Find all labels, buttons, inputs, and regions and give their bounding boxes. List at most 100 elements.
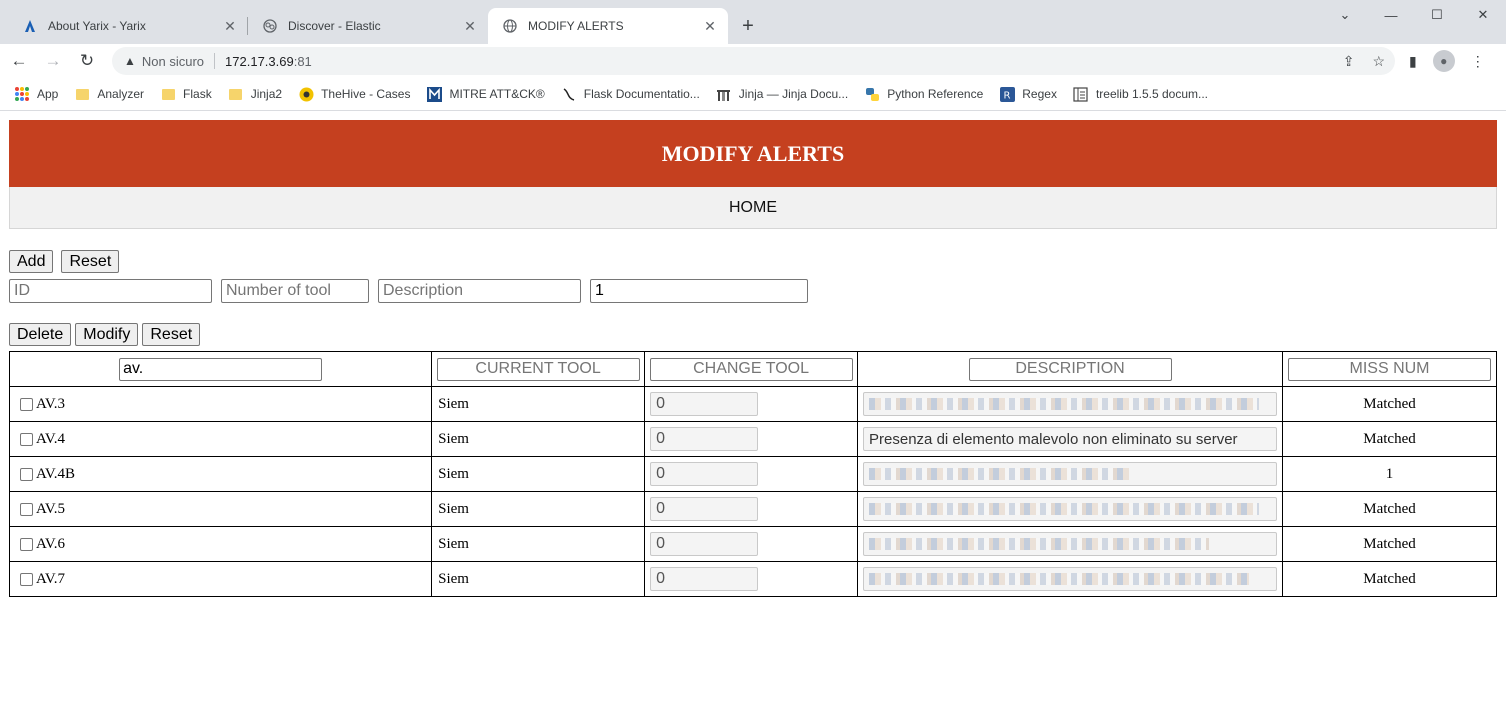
bookmark-thehive[interactable]: TheHive - Cases (298, 86, 410, 102)
alert-id: AV.5 (36, 500, 66, 517)
browser-chrome: About Yarix - Yarix ✕ Discover - Elastic… (0, 0, 1506, 111)
home-link[interactable]: HOME (9, 187, 1497, 229)
tab-about-yarix[interactable]: About Yarix - Yarix ✕ (8, 8, 248, 44)
current-tool-cell: Siem (431, 561, 646, 597)
change-tool-input[interactable]: 0 (650, 462, 759, 486)
reset-add-button[interactable]: Reset (61, 250, 120, 273)
yarix-logo-icon (22, 18, 38, 34)
close-icon[interactable]: ✕ (702, 18, 718, 34)
description-field[interactable]: Presenza di elemento malevolo non elimin… (863, 427, 1278, 451)
tab-title: About Yarix - Yarix (48, 19, 146, 33)
bookmark-regex[interactable]: R Regex (999, 86, 1057, 102)
id-input[interactable] (9, 279, 212, 303)
bookmark-label: TheHive - Cases (321, 87, 411, 101)
table-row: AV.4 Siem 0 Presenza di elemento malevol… (8, 421, 1497, 457)
description-input[interactable] (378, 279, 581, 303)
bookmark-analyzer[interactable]: Analyzer (74, 86, 144, 102)
alert-id-cell: AV.6 (8, 526, 433, 562)
close-icon[interactable]: ✕ (222, 18, 238, 34)
bookmarks-bar: App Analyzer Flask Jinja2 TheHive - Case… (0, 78, 1506, 111)
alert-id-cell: AV.5 (8, 491, 433, 527)
url-port: :81 (293, 53, 312, 69)
tab-title: Discover - Elastic (288, 19, 381, 33)
forward-arrow-icon[interactable]: → (38, 46, 68, 76)
apps-grid-icon (14, 86, 30, 102)
delete-button[interactable]: Delete (9, 323, 72, 346)
address-bar[interactable]: ▲ Non sicuro 172.17.3.69 :81 ⇪ ☆ (112, 47, 1395, 75)
alert-id: AV.6 (36, 535, 66, 552)
share-icon[interactable]: ⇪ (1343, 53, 1355, 70)
bookmark-app[interactable]: App (14, 86, 58, 102)
change-tool-input[interactable]: 0 (650, 497, 759, 521)
table-row: AV.6 Siem 0 Matched (8, 526, 1497, 562)
row-checkbox[interactable] (20, 432, 33, 446)
bookmark-label: Jinja2 (250, 87, 283, 101)
bookmark-jinja2[interactable]: Jinja2 (228, 86, 282, 102)
change-tool-input[interactable]: 0 (650, 567, 759, 591)
miss-number-input[interactable] (590, 279, 808, 303)
change-tool-input[interactable]: 0 (650, 392, 759, 416)
back-arrow-icon[interactable]: ← (4, 46, 34, 76)
minimize-icon[interactable]: — (1368, 0, 1414, 30)
change-tool-header-input[interactable]: CHANGE TOOL (649, 357, 853, 381)
tab-modify-alerts[interactable]: MODIFY ALERTS ✕ (488, 8, 728, 44)
window-controls: ⌄ — ☐ ✕ (1322, 0, 1506, 30)
bookmark-label: Regex (1022, 87, 1057, 101)
row-checkbox[interactable] (20, 502, 33, 516)
change-tool-input[interactable]: 0 (650, 532, 759, 556)
side-panel-icon[interactable]: ▮ (1409, 53, 1417, 70)
bookmark-flask-docs[interactable]: Flask Documentatio... (561, 86, 700, 102)
bookmark-label: Python Reference (887, 87, 984, 101)
star-icon[interactable]: ☆ (1372, 53, 1385, 70)
close-window-icon[interactable]: ✕ (1460, 0, 1506, 30)
change-tool-input[interactable]: 0 (650, 427, 759, 451)
tab-discover-elastic[interactable]: Discover - Elastic ✕ (248, 8, 488, 44)
menu-kebab-icon[interactable]: ⋮ (1471, 53, 1485, 70)
change-tool-cell: 0 (644, 386, 859, 422)
globe-icon (502, 18, 518, 34)
description-cell (857, 561, 1283, 597)
security-label: Non sicuro (141, 53, 205, 69)
chevron-down-icon[interactable]: ⌄ (1322, 0, 1368, 30)
tool-number-input[interactable] (221, 279, 369, 303)
add-button[interactable]: Add (9, 250, 54, 273)
reload-icon[interactable]: ↻ (72, 46, 102, 76)
bookmark-python-reference[interactable]: Python Reference (864, 86, 983, 102)
profile-avatar-icon[interactable]: ● (1432, 50, 1455, 72)
bookmark-treelib[interactable]: treelib 1.5.5 docum... (1073, 86, 1208, 102)
bookmark-mitre[interactable]: MITRE ATT&CK® (426, 86, 545, 102)
reset-table-button[interactable]: Reset (142, 323, 201, 346)
new-tab-button[interactable]: + (734, 12, 762, 40)
current-tool-header: CURRENT TOOL (431, 351, 646, 387)
alert-id-cell: AV.7 (8, 561, 433, 597)
redacted-text (869, 538, 1210, 550)
row-checkbox[interactable] (20, 537, 33, 551)
address-bar-icons: ⇪ ☆ (1343, 47, 1385, 75)
close-icon[interactable]: ✕ (462, 18, 478, 34)
description-field[interactable] (863, 462, 1278, 486)
bookmark-label: Jinja — Jinja Docu... (738, 87, 849, 101)
row-checkbox[interactable] (20, 572, 33, 586)
id-filter-input[interactable] (119, 357, 323, 381)
bookmark-jinja-docs[interactable]: Jinja — Jinja Docu... (716, 86, 848, 102)
bookmark-label: treelib 1.5.5 docum... (1095, 87, 1208, 101)
change-tool-cell: 0 (644, 491, 859, 527)
description-header-input[interactable]: DESCRIPTION (968, 357, 1172, 381)
python-icon (864, 86, 880, 102)
regex-icon: R (999, 86, 1015, 102)
miss-num-header-input[interactable]: MISS NUM (1288, 357, 1491, 381)
description-field[interactable] (863, 497, 1278, 521)
current-tool-cell: Siem (431, 456, 646, 492)
row-checkbox[interactable] (20, 467, 33, 481)
description-field[interactable] (863, 532, 1278, 556)
description-field[interactable] (863, 567, 1278, 591)
change-tool-cell: 0 (644, 456, 859, 492)
description-field[interactable] (863, 392, 1278, 416)
modify-button[interactable]: Modify (75, 323, 139, 346)
flask-icon (561, 86, 577, 102)
row-checkbox[interactable] (20, 397, 33, 411)
maximize-icon[interactable]: ☐ (1414, 0, 1460, 30)
current-tool-header-input[interactable]: CURRENT TOOL (436, 357, 640, 381)
bookmark-flask[interactable]: Flask (160, 86, 212, 102)
alert-id: AV.4B (36, 465, 76, 482)
